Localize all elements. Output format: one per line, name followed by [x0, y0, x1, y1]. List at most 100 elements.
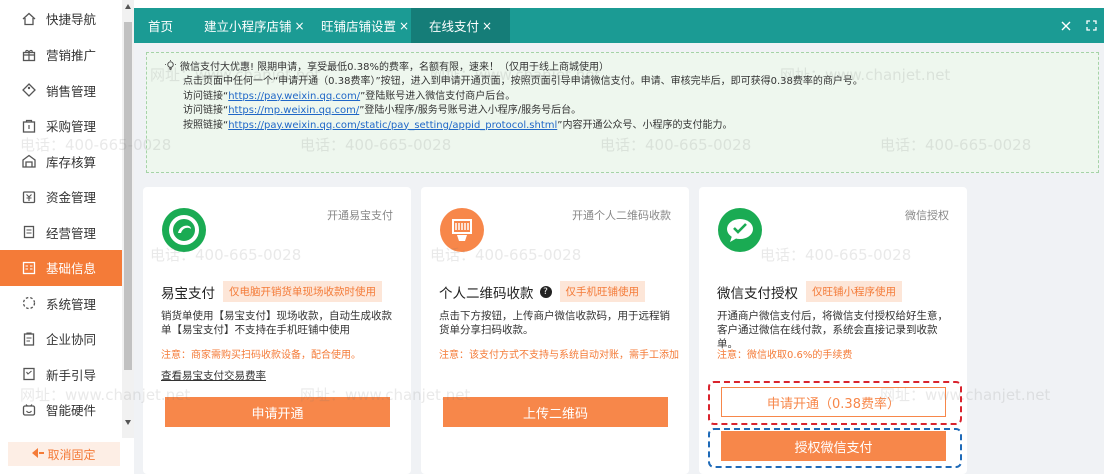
sidebar-item-label: 基础信息: [46, 261, 97, 277]
tag-icon: [22, 83, 36, 98]
notice-line-4: 访问链接“https://mp.weixin.qq.com/”登陆小程序/服务号…: [165, 104, 1098, 118]
lightbulb-icon: [165, 60, 176, 71]
tab-store-settings[interactable]: 旺铺店铺设置 ×: [321, 8, 409, 43]
yeepay-logo-icon: [162, 208, 206, 252]
promo-notice: 微信支付大优惠! 限期申请，享受最低0.38%的费率，名额有限，速来！（仅用于线…: [146, 52, 1099, 173]
card-note: 注意：商家需购买扫码收款设备，配合使用。: [161, 350, 361, 361]
scrollbar-thumb[interactable]: [124, 22, 132, 370]
card-personal-qr: 开通个人二维码收款 个人二维码收款 ? 仅手机旺铺使用 点击下方按钮，上传商户微…: [421, 187, 689, 474]
close-icon[interactable]: ×: [295, 19, 305, 33]
usage-tag: 仅旺铺小程序使用: [806, 281, 902, 302]
sidebar-item-operations[interactable]: 经营管理: [0, 215, 122, 251]
document-icon: [22, 225, 36, 239]
sidebar-item-label: 系统管理: [46, 296, 97, 312]
loading-icon: [22, 296, 36, 310]
sidebar-item-label: 智能硬件: [46, 403, 97, 419]
tab-home[interactable]: 首页: [148, 8, 173, 43]
card-title: 易宝支付 仅电脑开销货单现场收款时使用: [161, 281, 382, 302]
tab-label: 首页: [148, 19, 174, 34]
card-description: 开通商户微信支付后，将微信支付授权给好生意，客户通过微信在线付款，系统会直接记录…: [717, 310, 948, 350]
main-content: 微信支付大优惠! 限期申请，享受最低0.38%的费率，名额有限，速来！（仅用于线…: [134, 43, 1104, 474]
notice-text: 访问链接“: [183, 105, 229, 117]
sidebar-item-collaboration[interactable]: 企业协同: [0, 321, 122, 357]
sidebar-item-marketing[interactable]: 营销推广: [0, 37, 122, 73]
warehouse-icon: [22, 154, 36, 168]
sidebar-item-purchase[interactable]: 采购管理: [0, 108, 122, 144]
unpin-label: 取消固定: [47, 447, 96, 462]
highlight-authorize-box: [708, 428, 962, 468]
tab-label: 在线支付: [429, 19, 480, 34]
card-corner-label: 开通易宝支付: [327, 209, 393, 222]
sidebar-item-label: 经营管理: [46, 225, 97, 241]
card-title-text: 易宝支付: [161, 285, 215, 302]
scroll-up-arrow-icon[interactable]: [125, 4, 131, 9]
card-title: 个人二维码收款 ? 仅手机旺铺使用: [439, 281, 645, 302]
card-description: 点击下方按钮，上传商户微信收款码，用于远程销货单分享扫码收款。: [439, 310, 670, 336]
card-corner-label: 开通个人二维码收款: [572, 209, 671, 222]
highlight-apply-box: [708, 381, 962, 425]
sidebar-item-hardware[interactable]: 智能硬件: [0, 392, 122, 428]
card-title-text: 微信支付授权: [717, 285, 798, 302]
notice-line-2: 点击页面中任何一个“申请开通（0.38费率）”按钮，进入到申请开通页面，按照页面…: [183, 76, 863, 88]
sidebar-item-basic-info[interactable]: 基础信息: [0, 250, 122, 286]
usage-tag: 仅手机旺铺使用: [559, 281, 645, 302]
card-title-text: 个人二维码收款: [439, 285, 534, 302]
unpin-button[interactable]: 取消固定: [8, 442, 120, 466]
pay-merchant-link[interactable]: https://pay.weixin.qq.com/: [228, 91, 360, 102]
close-all-tabs-icon[interactable]: [1053, 8, 1079, 43]
tab-build-miniprogram-store[interactable]: 建立小程序店铺 ×: [204, 8, 305, 43]
sidebar-item-label: 库存核算: [46, 154, 97, 170]
book-icon: [22, 367, 36, 381]
notice-text: ”登陆小程序/服务号账号进入小程序/服务号后台。: [359, 105, 582, 117]
sidebar-item-label: 销售管理: [46, 83, 97, 99]
sidebar-scrollbar[interactable]: [122, 0, 134, 438]
apply-yeepay-button[interactable]: 申请开通: [165, 397, 390, 427]
view-fee-link[interactable]: 查看易宝支付交易费率: [161, 368, 266, 383]
mp-link[interactable]: https://mp.weixin.qq.com/: [228, 105, 359, 116]
close-icon[interactable]: ×: [482, 19, 492, 33]
device-icon: [22, 403, 36, 417]
sidebar-menu: 快捷导航 营销推广 销售管理 采购管理 库存核算 资金管理 经营管理 基础信息: [0, 0, 122, 428]
sidebar-item-sales[interactable]: 销售管理: [0, 73, 122, 109]
tab-label: 建立小程序店铺: [204, 19, 292, 34]
grid-icon: [22, 261, 36, 275]
tab-label: 旺铺店铺设置: [321, 19, 397, 34]
usage-tag: 仅电脑开销货单现场收款时使用: [223, 281, 382, 302]
card-description: 销货单使用【易宝支付】现场收款，自动生成收款单【易宝支付】不支持在手机旺铺中使用: [161, 310, 392, 336]
card-note: 注意：该支付方式不支持与系统自动对账，需手工添加: [439, 350, 679, 361]
sidebar-item-inventory[interactable]: 库存核算: [0, 144, 122, 180]
notice-line-3: 访问链接“https://pay.weixin.qq.com/”登陆账号进入微信…: [165, 90, 1098, 104]
cart-icon: [22, 119, 36, 133]
gift-icon: [22, 48, 36, 62]
sidebar-item-label: 营销推广: [46, 48, 97, 64]
close-icon[interactable]: ×: [399, 19, 409, 33]
coin-icon: [22, 190, 36, 204]
tab-online-payment[interactable]: 在线支付 ×: [411, 8, 511, 43]
appid-protocol-link[interactable]: https://pay.weixin.qq.com/static/pay_set…: [228, 120, 557, 131]
sidebar-item-guide[interactable]: 新手引导: [0, 357, 122, 393]
notice-text: ”内容开通公众号、小程序的支付能力。: [557, 119, 733, 131]
sidebar-item-funds[interactable]: 资金管理: [0, 179, 122, 215]
card-corner-label: 微信授权: [905, 209, 949, 222]
notice-line-1: 微信支付大优惠! 限期申请，享受最低0.38%的费率，名额有限，速来！（仅用于线…: [180, 62, 609, 73]
sidebar-item-label: 快捷导航: [46, 12, 97, 27]
scroll-down-arrow-icon[interactable]: [125, 420, 131, 425]
qr-scan-logo-icon: [440, 208, 484, 252]
notice-text: ”登陆账号进入微信支付商户后台。: [360, 90, 516, 102]
sidebar-item-quick-nav[interactable]: 快捷导航: [0, 0, 122, 37]
upload-qr-button[interactable]: 上传二维码: [443, 397, 668, 427]
notice-text: 访问链接“: [183, 90, 229, 102]
tab-bar: 首页 建立小程序店铺 × 旺铺店铺设置 × 在线支付 ×: [134, 8, 1104, 43]
sidebar-item-system[interactable]: 系统管理: [0, 286, 122, 322]
notice-text: 按照链接“: [183, 119, 229, 131]
sidebar-item-label: 新手引导: [46, 367, 97, 383]
help-icon[interactable]: ?: [539, 285, 552, 298]
clipboard-icon: [22, 332, 36, 346]
fullscreen-icon[interactable]: [1078, 8, 1104, 43]
card-note: 注意：微信收取0.6%的手续费: [717, 350, 853, 361]
sidebar-item-label: 采购管理: [46, 119, 97, 135]
home-icon: [22, 12, 36, 26]
sidebar-item-label: 资金管理: [46, 190, 97, 206]
unpin-arrow-icon: [32, 447, 45, 461]
sidebar: 快捷导航 营销推广 销售管理 采购管理 库存核算 资金管理 经营管理 基础信息: [0, 0, 134, 474]
